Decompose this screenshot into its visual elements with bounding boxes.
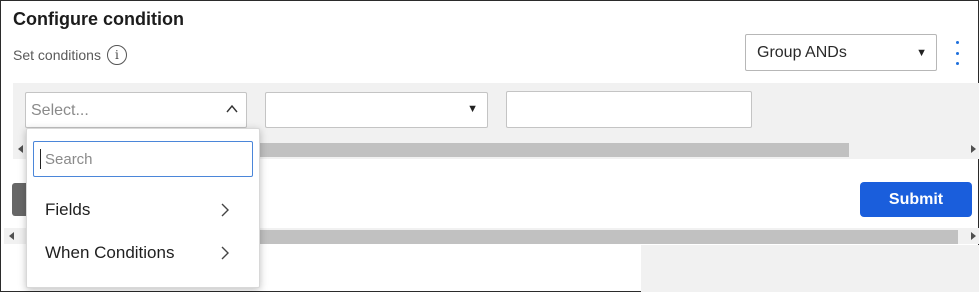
field-dropdown-menu: Fields When Conditions [26,128,260,288]
info-icon[interactable]: i [106,45,127,65]
scrollbar-thumb[interactable] [254,230,958,244]
submit-button[interactable]: Submit [860,182,972,217]
group-logic-value: Group ANDs [757,43,847,61]
text-cursor [40,149,41,169]
group-logic-select[interactable]: Group ANDs ▼ [745,34,937,71]
menu-item-fields[interactable]: Fields [27,190,259,230]
scroll-left-icon[interactable] [18,145,23,153]
configure-condition-dialog: Configure condition Set conditions i Gro… [0,0,979,292]
caret-down-icon: ▼ [916,47,927,59]
condition-field-select[interactable]: Select... [25,92,247,128]
menu-item-label: Fields [45,200,91,219]
scroll-right-icon[interactable] [971,145,976,153]
scroll-left-icon[interactable] [9,232,14,240]
more-options-icon[interactable] [951,41,963,65]
side-panel [641,245,979,292]
subtitle: Set conditions [13,47,101,63]
search-input[interactable] [33,141,253,177]
chevron-right-icon [221,246,229,260]
menu-item-when-conditions[interactable]: When Conditions [27,233,259,273]
subtitle-row: Set conditions i [13,45,127,65]
value-input[interactable] [506,91,752,128]
scroll-right-icon[interactable] [971,232,976,240]
chevron-up-icon [226,104,238,113]
scrollbar-thumb[interactable] [253,143,849,157]
operator-select[interactable]: ▼ [265,92,488,128]
menu-item-label: When Conditions [45,243,175,262]
caret-down-icon: ▼ [467,103,478,115]
condition-field-placeholder: Select... [31,102,89,119]
page-title: Configure condition [13,9,184,29]
chevron-right-icon [221,203,229,217]
